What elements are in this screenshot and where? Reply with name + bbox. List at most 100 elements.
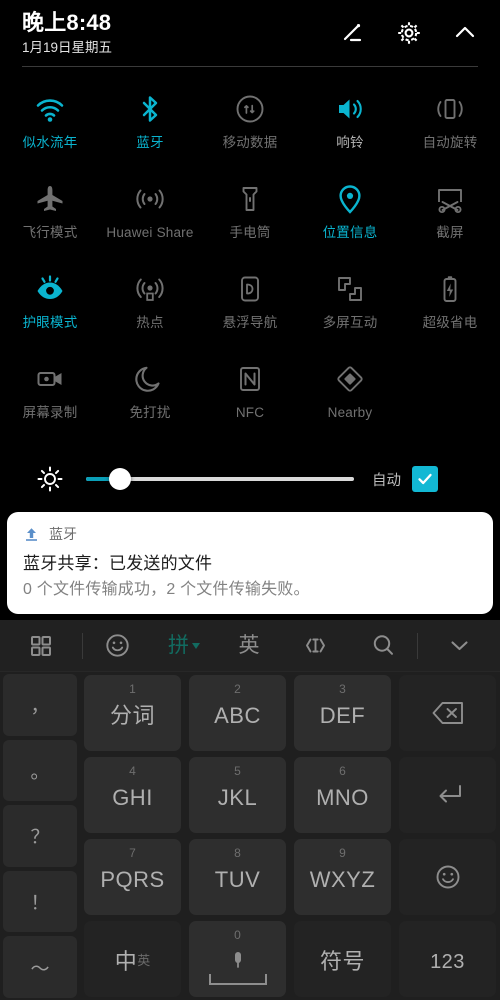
edit-icon[interactable] bbox=[340, 20, 366, 46]
clock-time: 晚上8:48 bbox=[22, 10, 112, 35]
key-enter[interactable] bbox=[399, 757, 496, 833]
key-tilde[interactable]: ～ bbox=[3, 936, 77, 998]
key-number: 7 bbox=[129, 846, 136, 860]
key-label: 中 bbox=[114, 949, 138, 974]
key-7-pqrs[interactable]: 7 PQRS bbox=[84, 839, 181, 915]
keypad-row: 中英 0 符号 123 bbox=[80, 918, 500, 1000]
key-number: 5 bbox=[234, 764, 241, 778]
pinyin-mode-button[interactable]: 拼 bbox=[151, 620, 217, 672]
multi-screen-icon bbox=[333, 272, 367, 306]
key-numeric[interactable]: 123 bbox=[399, 921, 496, 997]
keypad-row: 4 GHI 5 JKL 6 MNO bbox=[80, 754, 500, 836]
tile-floating-nav[interactable]: 悬浮导航 bbox=[200, 264, 300, 354]
tile-label: 截屏 bbox=[436, 225, 464, 240]
auto-rotate-icon bbox=[433, 92, 467, 126]
tile-battery-saver[interactable]: 超级省电 bbox=[400, 264, 500, 354]
keyboard: 拼 英 ， 。 ？ ！ ～ 1 分词 2 ABC 3 DEF 4 GHI 5 J… bbox=[0, 620, 500, 1000]
brightness-sun-icon bbox=[36, 465, 64, 493]
clock-block: 晚上8:48 1月19日星期五 bbox=[22, 10, 112, 58]
key-period[interactable]: 。 bbox=[3, 739, 77, 802]
tile-label: 位置信息 bbox=[322, 225, 378, 240]
key-3-def[interactable]: 3 DEF bbox=[294, 675, 391, 751]
keypad: 1 分词 2 ABC 3 DEF 4 GHI 5 JKL 6 MNO 7 PQR… bbox=[80, 672, 500, 1000]
brightness-bar: 自动 bbox=[0, 455, 500, 503]
keyboard-search-button[interactable] bbox=[349, 620, 417, 672]
tile-row: 护眼模式 热点 悬浮导航 多屏互动 超级省电 bbox=[0, 264, 500, 354]
eye-comfort-icon bbox=[33, 272, 67, 306]
tile-label: 移动数据 bbox=[222, 135, 278, 150]
tile-label: 似水流年 bbox=[22, 135, 78, 150]
keyboard-grid-button[interactable] bbox=[0, 620, 82, 672]
key-5-jkl[interactable]: 5 JKL bbox=[189, 757, 286, 833]
key-8-tuv[interactable]: 8 TUV bbox=[189, 839, 286, 915]
key-label: JKL bbox=[217, 785, 258, 810]
tile-huawei-share[interactable]: Huawei Share bbox=[100, 174, 200, 264]
collapse-keyboard-button[interactable] bbox=[418, 620, 500, 672]
key-number: 6 bbox=[339, 764, 346, 778]
key-question[interactable]: ？ bbox=[3, 805, 77, 867]
backspace-icon bbox=[431, 700, 465, 726]
key-9-wxyz[interactable]: 9 WXYZ bbox=[294, 839, 391, 915]
key-6-mno[interactable]: 6 MNO bbox=[294, 757, 391, 833]
punctuation-column: ， 。 ？ ！ ～ bbox=[0, 672, 80, 1000]
search-icon bbox=[370, 632, 397, 659]
english-mode-button[interactable]: 英 bbox=[217, 620, 281, 672]
tile-screenshot[interactable]: 截屏 bbox=[400, 174, 500, 264]
tile-nfc[interactable]: NFC bbox=[200, 354, 300, 444]
tile-location[interactable]: 位置信息 bbox=[300, 174, 400, 264]
mobile-data-icon bbox=[233, 92, 267, 126]
key-language-toggle[interactable]: 中英 bbox=[84, 921, 181, 997]
key-comma[interactable]: ， bbox=[3, 674, 77, 736]
status-header: 晚上8:48 1月19日星期五 bbox=[0, 0, 500, 66]
tile-auto-rotate[interactable]: 自动旋转 bbox=[400, 84, 500, 174]
key-2-abc[interactable]: 2 ABC bbox=[189, 675, 286, 751]
notification-card[interactable]: 蓝牙 蓝牙共享：已发送的文件 0 个文件传输成功，2 个文件传输失败。 bbox=[7, 512, 493, 614]
tile-label: 多屏互动 bbox=[322, 315, 378, 330]
tile-label: 蓝牙 bbox=[136, 135, 164, 150]
chevron-up-icon[interactable] bbox=[452, 20, 478, 46]
chevron-down-icon bbox=[192, 642, 200, 649]
tile-screen-record[interactable]: 屏幕录制 bbox=[0, 354, 100, 444]
key-space[interactable]: 0 bbox=[189, 921, 286, 997]
tile-flashlight[interactable]: 手电筒 bbox=[200, 174, 300, 264]
key-label: MNO bbox=[316, 785, 369, 810]
key-exclamation[interactable]: ！ bbox=[3, 870, 77, 933]
do-not-disturb-icon bbox=[133, 362, 167, 396]
tile-eye-comfort[interactable]: 护眼模式 bbox=[0, 264, 100, 354]
chevron-down-collapse-icon bbox=[446, 632, 473, 659]
tile-ringer[interactable]: 响铃 bbox=[300, 84, 400, 174]
key-symbols[interactable]: 符号 bbox=[294, 921, 391, 997]
key-emoji[interactable] bbox=[399, 839, 496, 915]
tile-bluetooth[interactable]: 蓝牙 bbox=[100, 84, 200, 174]
tile-wifi[interactable]: 似水流年 bbox=[0, 84, 100, 174]
keypad-row: 1 分词 2 ABC 3 DEF bbox=[80, 672, 500, 754]
key-1-fenci[interactable]: 1 分词 bbox=[84, 675, 181, 751]
tile-row: 屏幕录制 免打扰 NFC Nearby bbox=[0, 354, 500, 444]
huawei-share-icon bbox=[133, 182, 167, 216]
tile-nearby[interactable]: Nearby bbox=[300, 354, 400, 444]
gear-icon[interactable] bbox=[396, 20, 422, 46]
auto-brightness-checkbox[interactable] bbox=[412, 466, 438, 492]
tile-row: 似水流年 蓝牙 移动数据 响铃 自动旋转 bbox=[0, 84, 500, 174]
brightness-slider[interactable] bbox=[86, 468, 354, 490]
tile-airplane-mode[interactable]: 飞行模式 bbox=[0, 174, 100, 264]
slider-thumb[interactable] bbox=[109, 468, 131, 490]
key-backspace[interactable] bbox=[399, 675, 496, 751]
tile-label: Nearby bbox=[327, 405, 373, 420]
tile-hotspot[interactable]: 热点 bbox=[100, 264, 200, 354]
cursor-move-button[interactable] bbox=[281, 620, 349, 672]
wifi-icon bbox=[33, 92, 67, 126]
tile-mobile-data[interactable]: 移动数据 bbox=[200, 84, 300, 174]
tile-do-not-disturb[interactable]: 免打扰 bbox=[100, 354, 200, 444]
notification-header: 蓝牙 bbox=[23, 523, 477, 545]
mic-icon bbox=[227, 948, 249, 972]
emoji-key-icon bbox=[433, 862, 463, 892]
key-4-ghi[interactable]: 4 GHI bbox=[84, 757, 181, 833]
tile-label: 免打扰 bbox=[129, 405, 171, 420]
keyboard-emoji-button[interactable] bbox=[83, 620, 151, 672]
tile-multi-screen[interactable]: 多屏互动 bbox=[300, 264, 400, 354]
tile-label: Huawei Share bbox=[106, 225, 194, 240]
header-divider bbox=[22, 66, 478, 67]
floating-nav-icon bbox=[233, 272, 267, 306]
notification-title: 蓝牙共享：已发送的文件 bbox=[23, 554, 213, 573]
